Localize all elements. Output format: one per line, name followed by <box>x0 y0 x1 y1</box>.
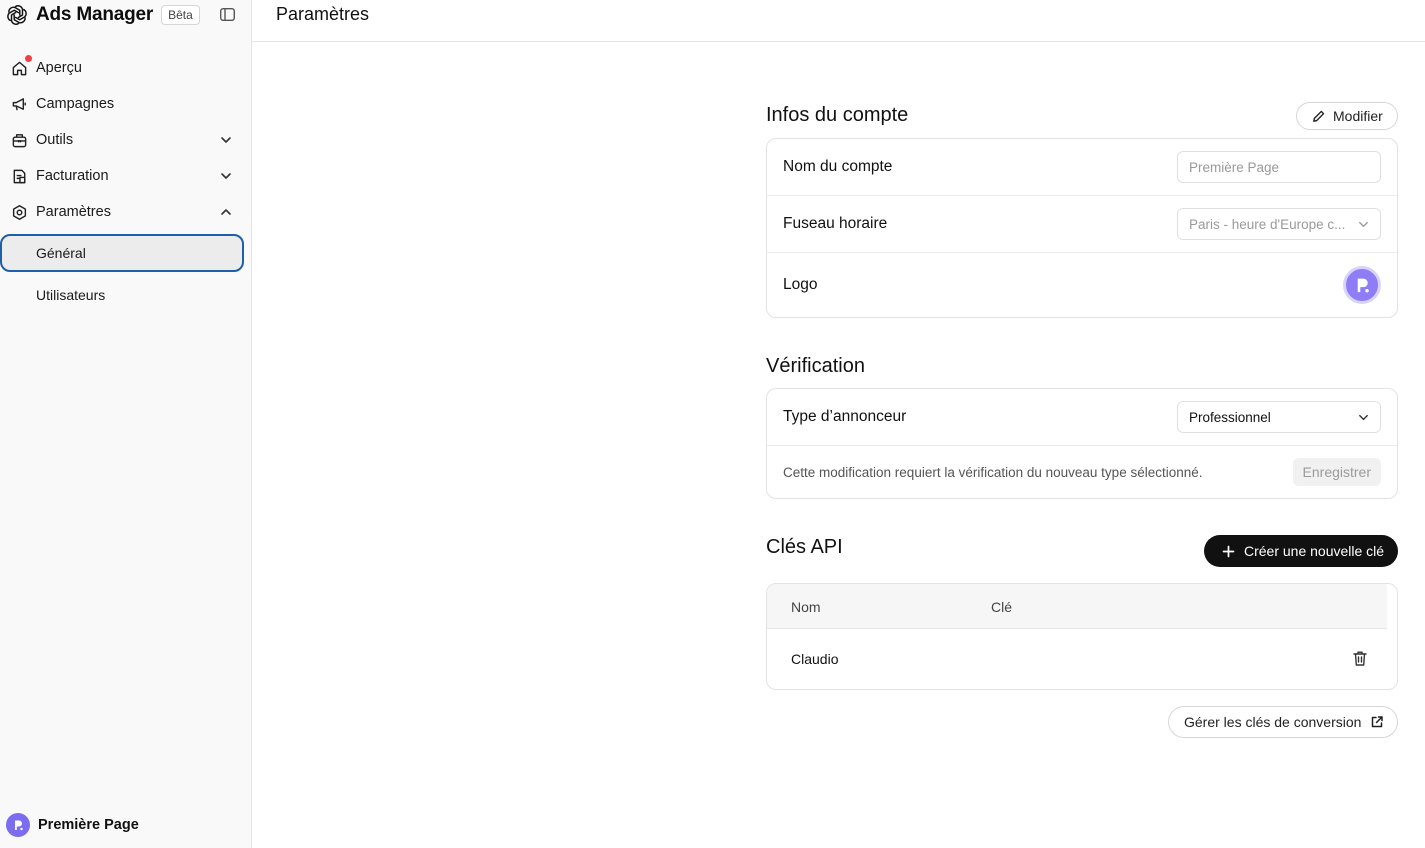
timezone-label: Fuseau horaire <box>783 215 888 232</box>
gear-icon <box>10 203 28 221</box>
table-header: Nom Clé <box>767 584 1387 629</box>
account-info-card: Nom du compte Première Page Fuseau horai… <box>766 138 1398 318</box>
sidebar-item-campagnes[interactable]: Campagnes <box>0 86 252 122</box>
sidebar: Ads Manager Bêta Aperçu Campagnes Outils… <box>0 0 252 848</box>
sidebar-item-label: Campagnes <box>36 96 115 112</box>
edit-button-label: Modifier <box>1333 108 1383 124</box>
brand[interactable]: Ads Manager Bêta <box>6 3 200 27</box>
advertiser-type-select[interactable]: Professionnel <box>1177 401 1381 433</box>
megaphone-icon <box>10 95 28 113</box>
verification-note: Cette modification requiert la vérificat… <box>783 464 1203 480</box>
create-api-key-label: Créer une nouvelle clé <box>1244 543 1385 559</box>
sidebar-item-apercu[interactable]: Aperçu <box>0 50 252 86</box>
account-logo[interactable] <box>1343 266 1381 304</box>
section-title-api-keys: Clés API <box>766 536 843 558</box>
pencil-icon <box>1313 110 1325 122</box>
section-title-account-info: Infos du compte <box>766 104 909 126</box>
advertiser-type-row: Type d’annonceur Professionnel <box>767 389 1397 446</box>
logo-row: Logo <box>767 253 1397 317</box>
column-header-nom: Nom <box>791 599 821 615</box>
chevron-down-icon <box>1359 414 1368 421</box>
account-name-row: Nom du compte Première Page <box>767 139 1397 196</box>
home-icon <box>10 55 32 77</box>
chevron-down-icon <box>221 173 231 179</box>
verification-note-row: Cette modification requiert la vérificat… <box>767 446 1397 498</box>
account-avatar <box>6 813 30 837</box>
verification-card: Type d’annonceur Professionnel Cette mod… <box>766 388 1398 499</box>
sidebar-item-facturation[interactable]: Facturation <box>0 158 252 194</box>
section-title-verification: Vérification <box>766 355 865 377</box>
beta-badge: Bêta <box>161 5 200 25</box>
page-title: Paramètres <box>276 4 370 24</box>
api-key-name: Claudio <box>791 651 839 667</box>
manage-conversion-keys-button[interactable]: Gérer les clés de conversion <box>1168 706 1398 738</box>
account-name: Première Page <box>38 817 139 833</box>
app-root: Ads Manager Bêta Aperçu Campagnes Outils… <box>0 0 1425 848</box>
chevron-up-icon <box>221 209 231 215</box>
api-keys-table: Nom Clé Claudio <box>766 583 1398 690</box>
account-name-input[interactable]: Première Page <box>1177 151 1381 183</box>
timezone-row: Fuseau horaire Paris - heure d'Europe c.… <box>767 196 1397 253</box>
sidebar-subitem-general[interactable]: Général <box>0 234 244 272</box>
timezone-value: Paris - heure d'Europe c... <box>1189 216 1346 232</box>
timezone-select[interactable]: Paris - heure d'Europe c... <box>1177 208 1381 240</box>
advertiser-type-value: Professionnel <box>1189 409 1271 425</box>
manage-conversion-keys-label: Gérer les clés de conversion <box>1184 714 1362 730</box>
sidebar-item-label: Facturation <box>36 168 109 184</box>
brand-name: Ads Manager <box>36 4 154 25</box>
sidebar-item-outils[interactable]: Outils <box>0 122 252 158</box>
create-api-key-button[interactable]: Créer une nouvelle clé <box>1204 535 1398 567</box>
plus-icon <box>1222 545 1235 557</box>
trash-icon[interactable] <box>1352 650 1368 667</box>
sidebar-item-label: Paramètres <box>36 204 111 220</box>
sidebar-nav: Aperçu Campagnes Outils Facturation Para… <box>0 50 252 314</box>
logo-label: Logo <box>783 276 818 293</box>
chevron-down-icon <box>221 137 231 143</box>
sidebar-toggle-icon[interactable] <box>218 6 236 22</box>
sidebar-subitem-utilisateurs[interactable]: Utilisateurs <box>0 276 252 314</box>
edit-button[interactable]: Modifier <box>1296 102 1398 130</box>
column-header-cle: Clé <box>991 599 1013 615</box>
advertiser-type-label: Type d’annonceur <box>783 408 907 425</box>
sidebar-item-label: Outils <box>36 132 74 148</box>
sidebar-item-parametres[interactable]: Paramètres <box>0 194 252 230</box>
account-name-placeholder: Première Page <box>1189 159 1280 175</box>
page-header: Paramètres <box>252 0 1425 42</box>
openai-logo-icon <box>6 4 28 26</box>
save-button[interactable]: Enregistrer <box>1292 458 1381 486</box>
external-link-icon <box>1372 716 1384 728</box>
notification-dot <box>25 55 32 62</box>
account-name-label: Nom du compte <box>783 158 893 175</box>
sidebar-item-label: Aperçu <box>36 60 82 76</box>
receipt-icon <box>10 167 28 185</box>
chevron-down-icon <box>1359 221 1368 228</box>
account-switcher[interactable]: Première Page <box>6 813 139 837</box>
toolbox-icon <box>10 131 28 149</box>
